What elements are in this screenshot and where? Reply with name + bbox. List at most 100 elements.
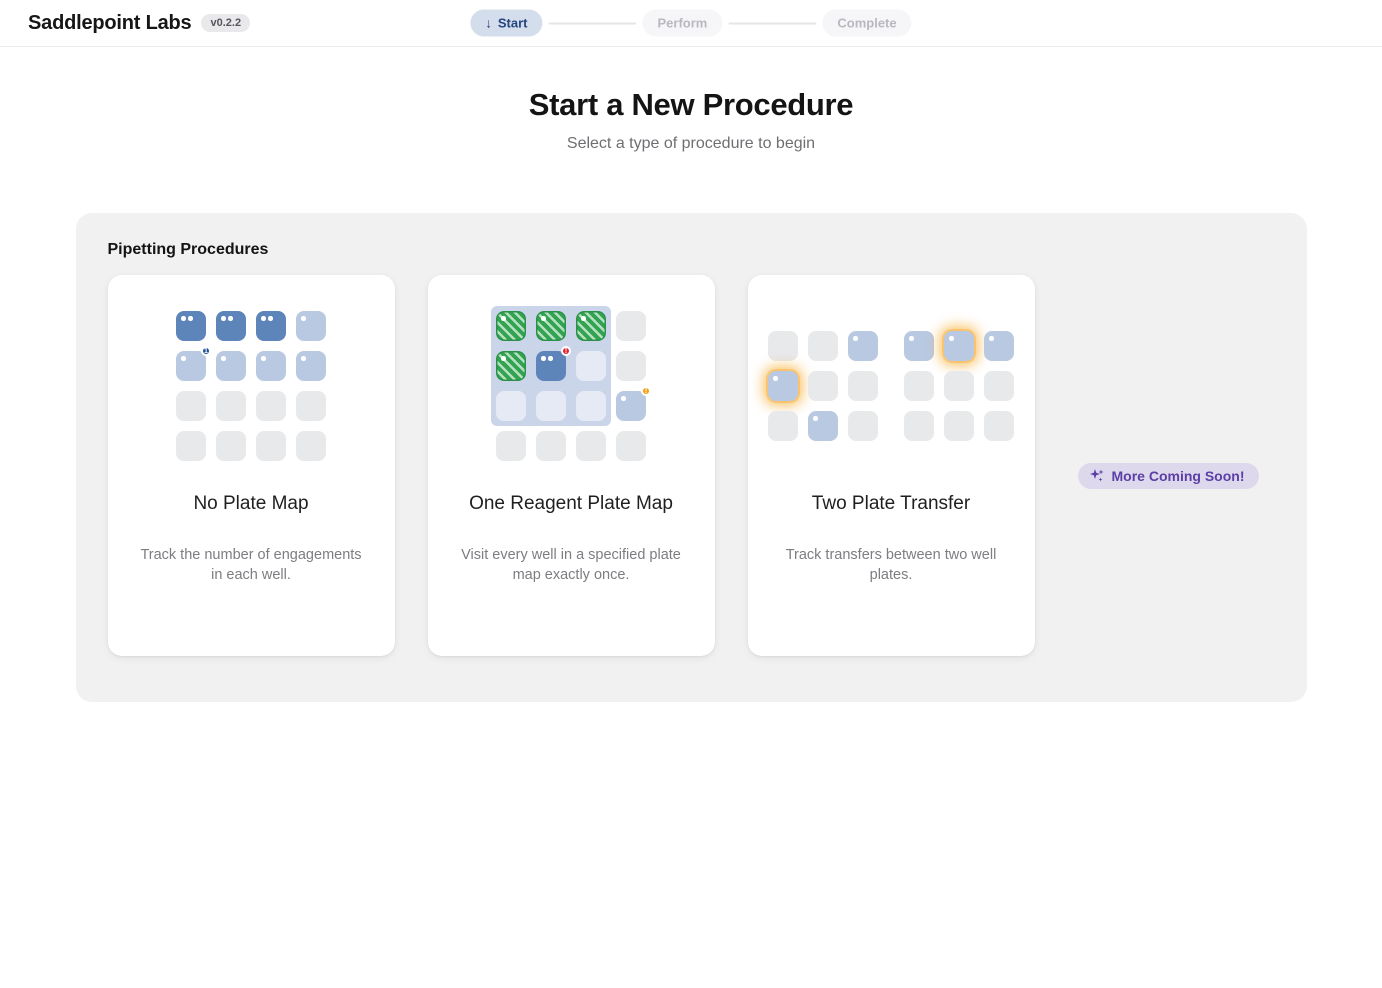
well-light <box>216 351 246 381</box>
well-faint <box>576 391 606 421</box>
well-empty <box>944 371 974 401</box>
engagement-dot <box>261 316 266 321</box>
card-title: Two Plate Transfer <box>812 493 970 515</box>
well-grid <box>768 331 878 441</box>
pipetting-procedures-panel: Pipetting Procedures 1 No Plate Map Trac… <box>76 213 1307 702</box>
step-complete: Complete <box>822 10 911 37</box>
engagement-dot <box>221 316 226 321</box>
step-start-label: Start <box>498 16 528 31</box>
app-header: Saddlepoint Labs v0.2.2 ↓ Start Perform … <box>0 0 1382 47</box>
well-green <box>496 311 526 341</box>
card-description: Track transfers between two well plates. <box>748 545 1035 586</box>
engagement-dot <box>773 376 778 381</box>
app-title: Saddlepoint Labs <box>28 12 191 35</box>
well-light <box>904 331 934 361</box>
page-subtitle: Select a type of procedure to begin <box>0 135 1382 153</box>
well-empty <box>616 351 646 381</box>
well-empty <box>904 371 934 401</box>
well-empty <box>216 431 246 461</box>
engagement-dot <box>949 336 954 341</box>
step-complete-label: Complete <box>837 16 896 31</box>
well-faint <box>496 391 526 421</box>
section-title: Pipetting Procedures <box>108 241 1275 259</box>
well-badge-warn: ! <box>641 386 651 396</box>
well-light <box>296 311 326 341</box>
step-perform: Perform <box>643 10 723 37</box>
engagement-dot <box>301 356 306 361</box>
engagement-dot <box>268 316 273 321</box>
engagement-dot <box>188 316 193 321</box>
well-strong <box>216 311 246 341</box>
well-badge-error: ! <box>561 346 571 356</box>
step-connector <box>728 22 816 24</box>
engagement-dot <box>541 316 546 321</box>
engagement-dot <box>181 356 186 361</box>
engagement-dot <box>501 316 506 321</box>
well-empty <box>808 331 838 361</box>
well-empty <box>616 311 646 341</box>
well-strong <box>176 311 206 341</box>
well-light: ! <box>616 391 646 421</box>
engagement-dot <box>581 316 586 321</box>
well-strong <box>256 311 286 341</box>
well-empty <box>176 431 206 461</box>
engagement-dot <box>541 356 546 361</box>
well-light <box>768 371 798 401</box>
procedure-card-two-plate-transfer[interactable]: Two Plate Transfer Track transfers betwe… <box>748 275 1035 656</box>
well-empty <box>904 411 934 441</box>
engagement-dot <box>221 356 226 361</box>
well-light <box>984 331 1014 361</box>
engagement-dot <box>621 396 626 401</box>
engagement-dot <box>261 356 266 361</box>
procedure-card-one-reagent-plate-map[interactable]: !! One Reagent Plate Map Visit every wel… <box>428 275 715 656</box>
well-green <box>576 311 606 341</box>
well-empty <box>768 411 798 441</box>
well-badge-info: 1 <box>201 346 211 356</box>
engagement-dot <box>501 356 506 361</box>
well-light <box>296 351 326 381</box>
well-empty <box>848 371 878 401</box>
engagement-dot <box>813 416 818 421</box>
card-title: No Plate Map <box>193 493 308 515</box>
plate-preview <box>768 311 1014 461</box>
more-coming-soon-label: More Coming Soon! <box>1112 468 1245 484</box>
engagement-dot <box>853 336 858 341</box>
well-light <box>848 331 878 361</box>
well-empty <box>984 371 1014 401</box>
well-grid: 1 <box>176 311 326 461</box>
engagement-dot <box>181 316 186 321</box>
step-connector <box>549 22 637 24</box>
step-start[interactable]: ↓ Start <box>470 10 542 37</box>
well-empty <box>848 411 878 441</box>
step-perform-label: Perform <box>658 16 708 31</box>
well-faint <box>536 391 566 421</box>
well-empty <box>176 391 206 421</box>
well-light <box>256 351 286 381</box>
card-description: Track the number of engagements in each … <box>108 545 395 586</box>
well-empty <box>296 391 326 421</box>
well-grid: !! <box>496 311 646 461</box>
hero: Start a New Procedure Select a type of p… <box>0 87 1382 153</box>
engagement-dot <box>228 316 233 321</box>
arrow-down-icon: ↓ <box>485 17 492 30</box>
well-empty <box>256 391 286 421</box>
well-light <box>808 411 838 441</box>
well-light <box>944 331 974 361</box>
well-grid <box>904 331 1014 441</box>
well-green <box>536 311 566 341</box>
procedure-card-no-plate-map[interactable]: 1 No Plate Map Track the number of engag… <box>108 275 395 656</box>
page-title: Start a New Procedure <box>0 87 1382 123</box>
brand: Saddlepoint Labs v0.2.2 <box>28 12 250 35</box>
more-coming-soon-badge: More Coming Soon! <box>1078 463 1259 489</box>
engagement-dot <box>989 336 994 341</box>
well-empty <box>536 431 566 461</box>
well-faint <box>576 351 606 381</box>
version-badge: v0.2.2 <box>201 14 250 32</box>
well-empty <box>768 331 798 361</box>
engagement-dot <box>301 316 306 321</box>
well-empty <box>808 371 838 401</box>
well-empty <box>984 411 1014 441</box>
card-description: Visit every well in a specified plate ma… <box>428 545 715 586</box>
well-green <box>496 351 526 381</box>
well-strong: ! <box>536 351 566 381</box>
